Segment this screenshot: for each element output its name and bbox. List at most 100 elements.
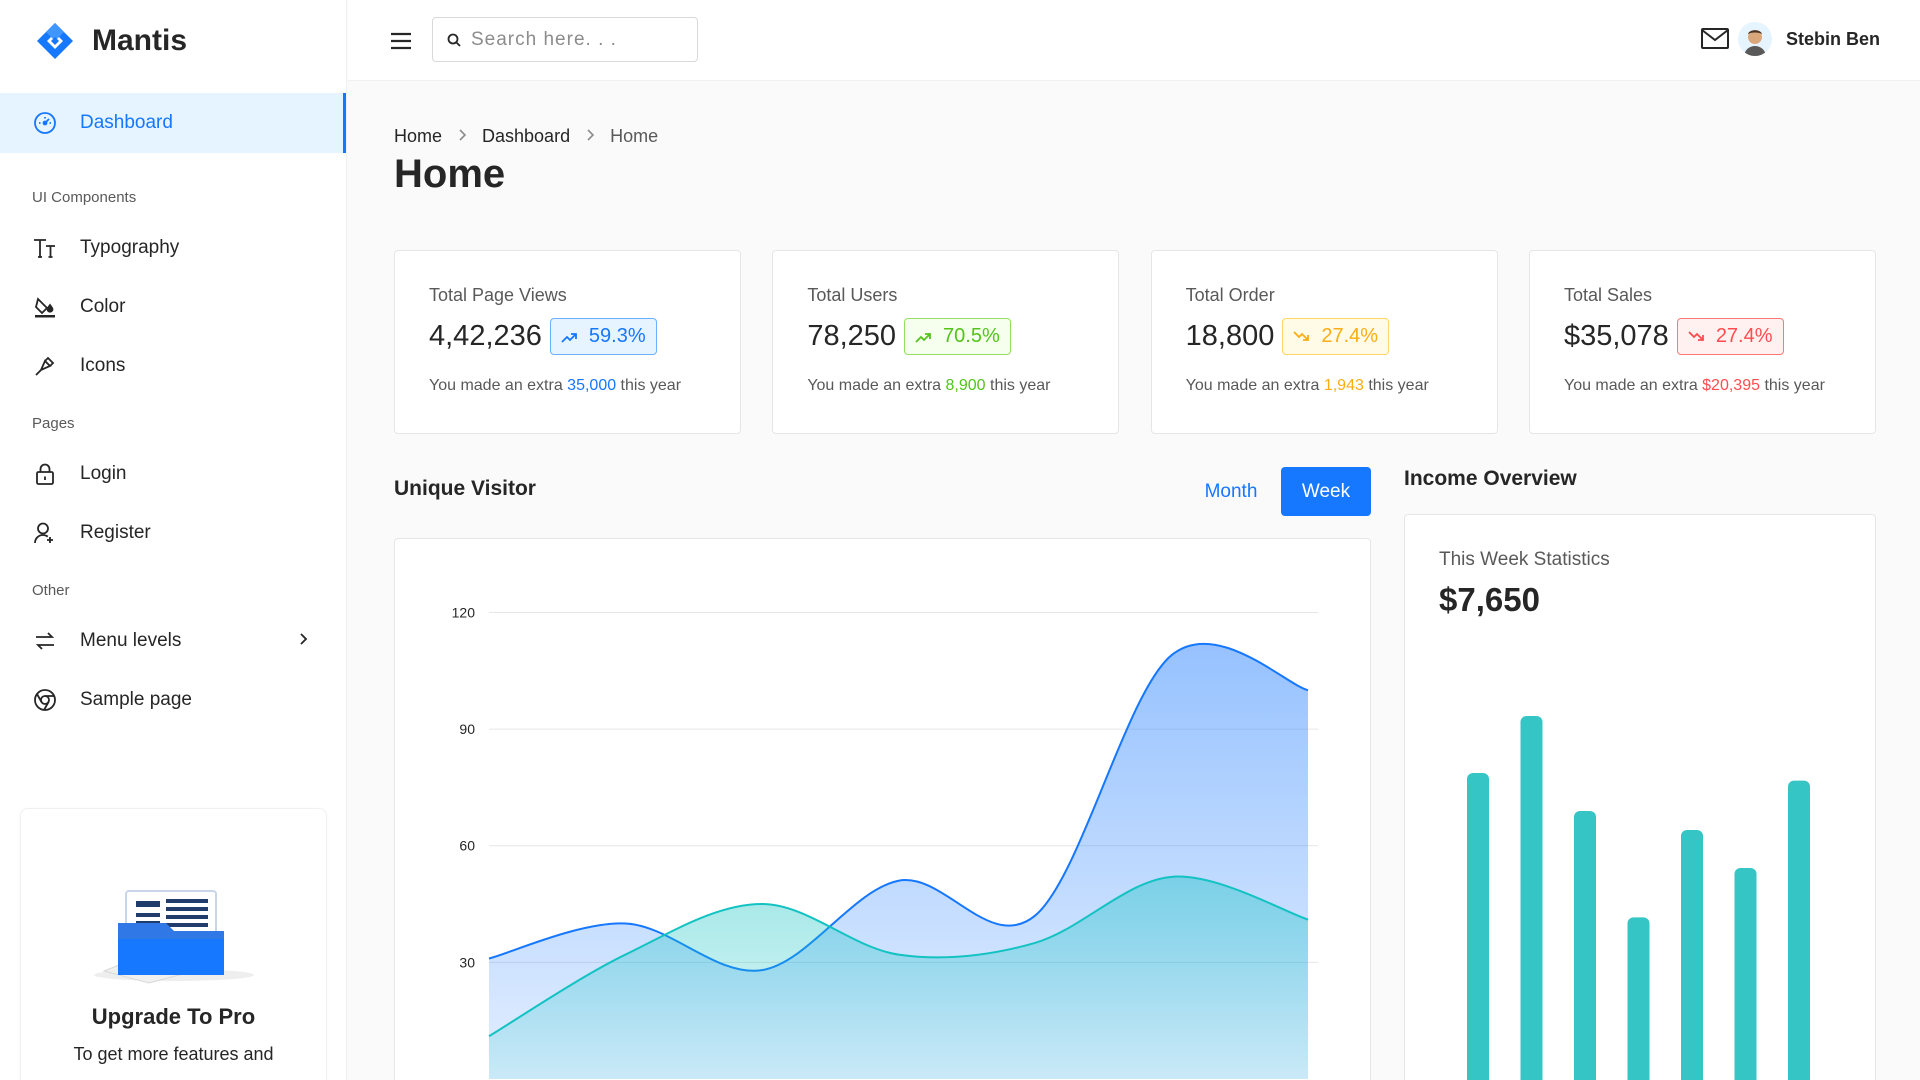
promo-title: Upgrade To Pro [91, 1004, 256, 1029]
stat-card-sales: Total Sales $35,078 27.4% You made an ex… [1528, 250, 1876, 434]
mantis-logo-icon [37, 23, 73, 59]
mail-button[interactable] [1700, 26, 1730, 55]
trend-up-icon [561, 331, 583, 343]
income-bar[interactable] [1681, 830, 1703, 1080]
sidebar-item-icons[interactable]: Icons [0, 336, 346, 395]
income-bar[interactable] [1467, 773, 1489, 1080]
sidebar-item-label: Typography [80, 236, 180, 258]
stat-percent: 27.4% [1715, 325, 1773, 347]
user-profile-menu[interactable]: Stebin Ben [1737, 22, 1880, 56]
income-bar[interactable] [1627, 917, 1650, 1080]
sidebar-section-title: Pages [32, 415, 75, 432]
y-tick-label: 60 [459, 838, 475, 854]
sidebar-item-login[interactable]: Login [0, 444, 346, 503]
trend-up-icon [915, 331, 937, 343]
sidebar-item-typography[interactable]: Typography [0, 218, 346, 277]
income-overview-title: Income Overview [1404, 467, 1577, 490]
stat-extra: 8,900 [945, 377, 986, 394]
unique-visitor-chart-card: 30 60 90 120 [394, 538, 1371, 1080]
promo-subtitle: To get more features and [73, 1044, 274, 1064]
trend-down-icon [1688, 330, 1710, 343]
upgrade-promo-card: Upgrade To Pro To get more features and [20, 808, 327, 1080]
brand[interactable]: Mantis [0, 0, 346, 82]
search-input[interactable] [471, 28, 671, 51]
chrome-icon [32, 687, 58, 713]
user-add-icon [32, 520, 58, 546]
income-bar[interactable] [1520, 716, 1543, 1080]
brand-name: Mantis [92, 24, 188, 57]
stat-title: Total Page Views [429, 285, 567, 305]
ant-design-icon [32, 353, 58, 379]
y-tick-label: 30 [459, 954, 475, 970]
y-tick-label: 120 [452, 604, 476, 620]
mail-icon [1701, 28, 1729, 49]
stat-percent-chip: 27.4% [1676, 318, 1784, 355]
stat-note: You made an extra $20,395 this year [1563, 377, 1825, 394]
stat-percent-chip: 70.5% [904, 318, 1011, 355]
income-bar-chart [1467, 716, 1810, 1080]
month-toggle-button[interactable]: Month [1186, 467, 1276, 516]
trend-down-icon [1293, 330, 1315, 343]
breadcrumb: Home Dashboard Home [394, 126, 658, 147]
menu-toggle-button[interactable] [388, 28, 414, 54]
income-bar[interactable] [1734, 868, 1757, 1080]
chevron-right-icon [298, 630, 310, 652]
sidebar-item-color[interactable]: Color [0, 277, 346, 336]
sidebar-item-label: Icons [80, 354, 126, 376]
newspaper-illustration-icon [21, 879, 326, 994]
top-header: Stebin Ben [348, 0, 1920, 81]
dashboard-icon [32, 110, 58, 136]
sidebar-item-label: Register [80, 521, 151, 543]
search-box[interactable] [432, 17, 698, 62]
menu-icon [391, 32, 411, 50]
income-bar[interactable] [1574, 811, 1596, 1080]
sidebar: Mantis Dashboard UI Components Typograph… [0, 0, 347, 1080]
menu-levels-icon [32, 628, 58, 654]
stat-value: 4,42,236 [429, 320, 542, 352]
sidebar-item-label: Dashboard [80, 112, 173, 133]
y-tick-label: 90 [459, 721, 475, 737]
stat-title: Total Users [807, 285, 898, 305]
unique-visitor-area-chart: 30 60 90 120 [452, 604, 1318, 1079]
lock-icon [32, 461, 58, 487]
sidebar-item-register[interactable]: Register [0, 503, 346, 562]
avatar [1737, 22, 1772, 56]
income-bar[interactable] [1788, 780, 1810, 1080]
user-name: Stebin Ben [1785, 28, 1880, 49]
stat-percent: 27.4% [1321, 325, 1379, 347]
week-toggle-button[interactable]: Week [1281, 467, 1371, 516]
page-title: Home [394, 152, 506, 196]
stat-value: 78,250 [807, 320, 897, 352]
stat-value: $35,078 [1563, 320, 1669, 352]
typography-icon [32, 235, 58, 261]
sidebar-section-title: Other [32, 582, 70, 599]
income-overview-card: This Week Statistics $7,650 [1404, 514, 1876, 1080]
stat-card-page-views: Total Page Views 4,42,236 59.3% You made… [394, 250, 741, 434]
stat-extra: $20,395 [1702, 377, 1760, 394]
stat-extra: 35,000 [567, 377, 617, 394]
stat-percent: 70.5% [943, 325, 1000, 347]
stat-percent: 59.3% [588, 325, 646, 347]
stat-title: Total Sales [1563, 285, 1653, 305]
stat-note: You made an extra 8,900 this year [807, 377, 1051, 394]
stat-title: Total Order [1185, 285, 1275, 305]
stat-note: You made an extra 35,000 this year [429, 377, 682, 394]
stat-percent-chip: 27.4% [1282, 318, 1390, 355]
stat-card-orders: Total Order 18,800 27.4% You made an ext… [1150, 250, 1498, 434]
breadcrumb-separator-icon [586, 128, 595, 146]
stat-cards: Total Page Views 4,42,236 59.3% You made… [394, 250, 1876, 434]
sidebar-item-label: Menu levels [80, 629, 182, 651]
sidebar-item-dashboard[interactable]: Dashboard [0, 93, 346, 153]
stat-card-users: Total Users 78,250 70.5% You made an ext… [772, 250, 1120, 434]
breadcrumb-current: Home [610, 126, 659, 146]
sidebar-item-label: Color [80, 295, 126, 317]
sidebar-item-sample-page[interactable]: Sample page [0, 670, 346, 729]
stat-value: 18,800 [1185, 320, 1275, 352]
breadcrumb-item[interactable]: Dashboard [482, 126, 570, 147]
stat-extra: 1,943 [1323, 377, 1364, 394]
sidebar-item-label: Login [80, 462, 127, 484]
breadcrumb-item[interactable]: Home [394, 126, 442, 147]
stat-note: You made an extra 1,943 this year [1185, 377, 1429, 394]
bg-colors-icon [32, 294, 58, 320]
sidebar-item-menu-levels[interactable]: Menu levels [0, 611, 346, 670]
